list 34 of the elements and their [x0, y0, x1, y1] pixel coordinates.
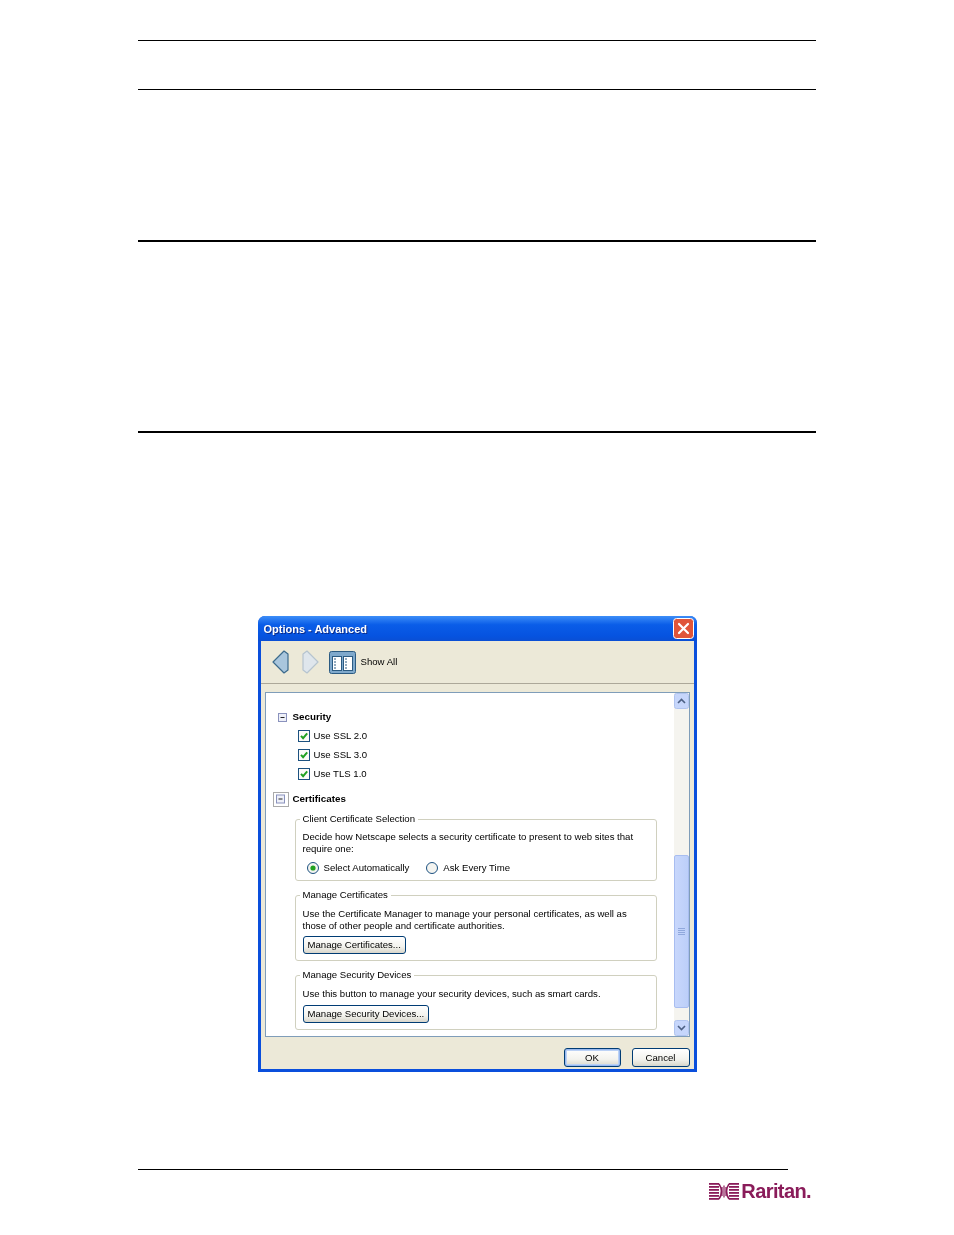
radio-label: Select Automatically: [323, 861, 410, 874]
logo-wordmark: Raritan.: [741, 1181, 811, 1201]
minus-box-icon[interactable]: [277, 712, 287, 722]
selected-radio-button[interactable]: [306, 861, 319, 874]
checked-checkbox[interactable]: [297, 768, 310, 780]
dialog-button[interactable]: Cancel: [631, 1048, 690, 1067]
group-description: Decide how Netscape selects a security certificate to present to web sites that require one:: [302, 831, 635, 855]
close-icon[interactable]: [672, 618, 694, 639]
manage-button[interactable]: Manage Security Devices...: [302, 1005, 430, 1023]
scroll-up-icon[interactable]: [673, 693, 689, 709]
show-all-button[interactable]: Show All: [328, 650, 398, 674]
radio-button[interactable]: [426, 861, 439, 874]
default-button[interactable]: OK: [563, 1048, 621, 1067]
group-title: Manage Security Devices: [301, 969, 413, 981]
section-heading: Certificates: [292, 793, 346, 805]
group-description: Use the Certificate Manager to manage your personal certificates, as well as those of other people and certificate authorities.: [302, 908, 628, 932]
back-arrow-icon[interactable]: [271, 650, 290, 674]
manage-button[interactable]: Manage Certificates...: [302, 936, 406, 954]
option-label: Use TLS 1.0: [313, 768, 367, 780]
option-label: Use SSL 3.0: [313, 749, 367, 761]
checked-checkbox[interactable]: [297, 749, 310, 761]
grip-lines-icon: [677, 928, 685, 935]
radio-label: Ask Every Time: [443, 861, 510, 874]
option-label: Use SSL 2.0: [313, 730, 367, 742]
window-panes-icon: [328, 650, 356, 674]
scrollbar-thumb[interactable]: [673, 855, 689, 1008]
section-heading: Security: [292, 711, 332, 723]
checked-checkbox[interactable]: [297, 730, 310, 742]
group-description: Use this button to manage your security devices, such as smart cards.: [302, 988, 602, 1000]
striped-emblem-icon: [709, 1181, 740, 1201]
group-title: Client Certificate Selection: [301, 813, 416, 825]
scroll-down-icon[interactable]: [673, 1020, 689, 1036]
window-title: Options - Advanced: [263, 621, 368, 636]
group-title: Manage Certificates: [301, 889, 389, 901]
